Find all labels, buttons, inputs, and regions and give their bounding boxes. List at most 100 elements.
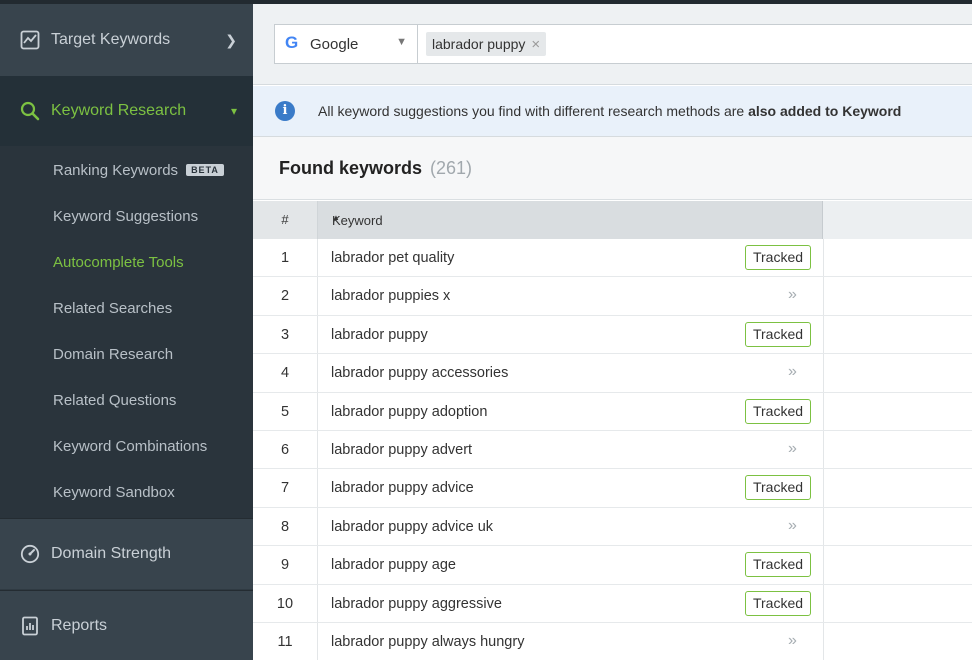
nav-target-keywords[interactable]: Target Keywords ❯ bbox=[0, 4, 253, 76]
keyword-table-body: 1 labrador pet quality Tracked 2 labrador pu… bbox=[253, 239, 972, 660]
keyword-chip-label: labrador puppy bbox=[432, 36, 526, 52]
keyword-research-submenu: Ranking Keywords BETA Keyword Suggestions… bbox=[0, 146, 253, 518]
table-row[interactable]: 2 labrador puppies x » bbox=[253, 277, 972, 316]
keyword-text: labrador puppy age bbox=[331, 557, 456, 574]
search-engine-select[interactable]: G Google ▼ bbox=[274, 24, 418, 64]
row-number: 4 bbox=[253, 354, 318, 392]
table-row[interactable]: 7 labrador puppy advice Tracked bbox=[253, 469, 972, 508]
move-to-tracked-icon[interactable]: » bbox=[788, 632, 797, 650]
table-row[interactable]: 8 labrador puppy advice uk » bbox=[253, 507, 972, 547]
move-to-tracked-icon[interactable]: » bbox=[788, 363, 797, 381]
tracked-badge[interactable]: Tracked bbox=[745, 245, 811, 270]
sidebar-item-ranking-keywords[interactable]: Ranking Keywords BETA bbox=[53, 162, 224, 179]
table-row[interactable]: 4 labrador puppy accessories » bbox=[253, 354, 972, 393]
chevron-down-icon: ▾ bbox=[230, 104, 237, 118]
main-panel: G Google ▼ labrador puppy × i All keywor… bbox=[253, 0, 972, 660]
nav-reports[interactable]: Reports bbox=[0, 590, 253, 660]
column-divider bbox=[823, 392, 824, 430]
column-divider bbox=[823, 584, 824, 622]
found-keywords-header: Found keywords (261) bbox=[253, 137, 972, 200]
column-divider bbox=[823, 315, 824, 354]
table-row[interactable]: 3 labrador puppy Tracked bbox=[253, 315, 972, 355]
tracked-badge[interactable]: Tracked bbox=[745, 321, 811, 347]
tracked-badge[interactable]: Tracked bbox=[745, 398, 811, 424]
sidebar: Target Keywords ❯ Keyword Research ▾ Ran… bbox=[0, 0, 253, 660]
sidebar-item-related-searches[interactable]: Related Searches bbox=[53, 300, 172, 317]
row-number: 3 bbox=[253, 315, 318, 354]
tracked-badge[interactable]: Tracked bbox=[745, 475, 811, 501]
keyword-text: labrador puppy accessories bbox=[331, 365, 509, 382]
keyword-chip: labrador puppy × bbox=[426, 32, 547, 56]
google-icon: G bbox=[285, 33, 299, 52]
sidebar-item-label: Ranking Keywords bbox=[53, 162, 179, 179]
found-title-text: Found keywords bbox=[279, 158, 423, 178]
found-count: (261) bbox=[430, 158, 473, 178]
move-to-tracked-icon[interactable]: » bbox=[788, 440, 797, 458]
column-divider bbox=[823, 354, 824, 392]
keyword-text: labrador pet quality bbox=[331, 250, 455, 266]
close-icon[interactable]: × bbox=[531, 36, 540, 53]
row-number: 10 bbox=[253, 584, 318, 622]
sort-asc-icon: ▲ bbox=[332, 213, 340, 222]
info-icon: i bbox=[275, 101, 295, 121]
keyword-text: labrador puppy advice bbox=[331, 480, 474, 497]
move-to-tracked-icon[interactable]: » bbox=[788, 286, 797, 304]
keyword-text: labrador puppy adoption bbox=[331, 403, 488, 420]
keyword-text: labrador puppies x bbox=[331, 288, 451, 305]
chart-icon bbox=[20, 30, 40, 50]
nav-keyword-research-label: Keyword Research bbox=[51, 102, 187, 119]
row-number: 1 bbox=[253, 239, 318, 277]
table-row[interactable]: 6 labrador puppy advert » bbox=[253, 430, 972, 470]
search-icon bbox=[20, 101, 40, 121]
keyword-text: labrador puppy advice uk bbox=[331, 518, 494, 535]
row-number: 7 bbox=[253, 469, 318, 507]
info-banner: i All keyword suggestions you find with … bbox=[253, 86, 972, 137]
column-header-number[interactable]: # bbox=[253, 201, 318, 239]
nav-reports-label: Reports bbox=[51, 616, 108, 634]
info-text-bold: also added to Keyword bbox=[748, 103, 902, 119]
nav-domain-strength[interactable]: Domain Strength bbox=[0, 518, 253, 589]
sidebar-item-autocomplete-tools[interactable]: Autocomplete Tools bbox=[53, 254, 184, 271]
table-row[interactable]: 1 labrador pet quality Tracked bbox=[253, 239, 972, 278]
table-header: # Keyword ▲ bbox=[253, 201, 972, 239]
column-divider bbox=[823, 507, 824, 546]
search-bar-area: G Google ▼ labrador puppy × bbox=[253, 4, 972, 85]
column-divider bbox=[823, 430, 824, 469]
table-row[interactable]: 10 labrador puppy aggressive Tracked bbox=[253, 584, 972, 623]
search-engine-label: Google bbox=[310, 36, 359, 53]
tracked-badge[interactable]: Tracked bbox=[745, 590, 811, 616]
row-number: 9 bbox=[253, 546, 318, 584]
found-keywords-title: Found keywords (261) bbox=[279, 158, 472, 179]
row-number: 11 bbox=[253, 622, 318, 660]
beta-badge: BETA bbox=[186, 164, 224, 177]
move-to-tracked-icon[interactable]: » bbox=[788, 517, 797, 535]
row-number: 2 bbox=[253, 277, 318, 315]
row-number: 8 bbox=[253, 507, 318, 546]
gauge-icon bbox=[20, 544, 40, 564]
column-divider bbox=[823, 469, 824, 507]
sidebar-item-domain-research[interactable]: Domain Research bbox=[53, 346, 173, 363]
chevron-down-icon: ▼ bbox=[396, 36, 407, 48]
row-number: 5 bbox=[253, 392, 318, 430]
table-row[interactable]: 5 labrador puppy adoption Tracked bbox=[253, 392, 972, 431]
info-text: All keyword suggestions you find with di… bbox=[318, 103, 749, 119]
keyword-text: labrador puppy always hungry bbox=[331, 633, 525, 650]
sidebar-item-keyword-suggestions[interactable]: Keyword Suggestions bbox=[53, 208, 198, 225]
column-divider bbox=[823, 546, 824, 584]
column-divider bbox=[823, 239, 824, 277]
nav-keyword-research[interactable]: Keyword Research ▾ bbox=[0, 76, 253, 146]
nav-target-keywords-label: Target Keywords bbox=[51, 31, 171, 48]
column-header-keyword[interactable]: Keyword ▲ bbox=[318, 201, 823, 239]
tracked-badge[interactable]: Tracked bbox=[745, 552, 811, 578]
column-divider bbox=[823, 622, 824, 660]
table-row[interactable]: 9 labrador puppy age Tracked bbox=[253, 546, 972, 585]
nav-domain-strength-label: Domain Strength bbox=[51, 545, 172, 562]
sidebar-item-keyword-combinations[interactable]: Keyword Combinations bbox=[53, 438, 207, 455]
info-message: All keyword suggestions you find with di… bbox=[318, 103, 901, 119]
keyword-text: labrador puppy bbox=[331, 326, 428, 343]
column-divider bbox=[823, 277, 824, 315]
sidebar-item-related-questions[interactable]: Related Questions bbox=[53, 392, 176, 409]
sidebar-item-keyword-sandbox[interactable]: Keyword Sandbox bbox=[53, 484, 175, 501]
keyword-input[interactable]: labrador puppy × bbox=[418, 24, 972, 64]
table-row[interactable]: 11 labrador puppy always hungry » bbox=[253, 622, 972, 660]
